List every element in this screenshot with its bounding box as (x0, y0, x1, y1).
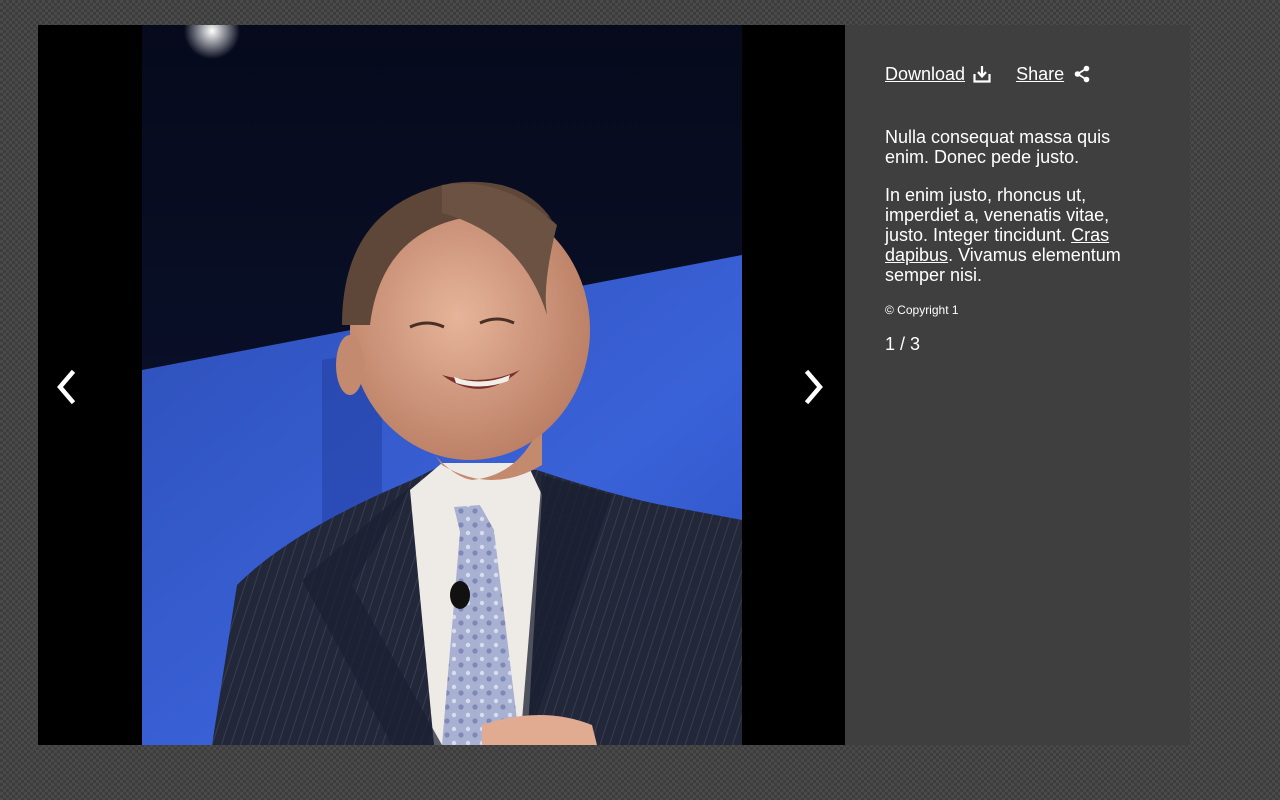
image-stage (38, 25, 845, 745)
copyright-text: © Copyright 1 (885, 303, 959, 317)
share-button[interactable]: Share (1016, 64, 1090, 85)
share-label: Share (1016, 63, 1065, 84)
description-paragraph: In enim justo, rhoncus ut, imperdiet a, … (885, 185, 1135, 285)
download-label: Download (885, 63, 966, 84)
download-icon (973, 65, 991, 83)
next-button[interactable] (794, 365, 834, 409)
description-paragraph: Nulla consequat massa quis enim. Donec p… (885, 127, 1111, 167)
info-panel: Download Share Nulla consequat massa qui… (845, 25, 1190, 745)
download-button[interactable]: Download (885, 64, 991, 85)
chevron-left-icon (57, 370, 76, 404)
photo (142, 25, 742, 745)
lightbox: Download Share Nulla consequat massa qui… (38, 25, 1190, 745)
action-bar: Download Share (885, 61, 1150, 87)
image-description: Nulla consequat massa quis enim. Donec p… (885, 127, 1135, 285)
image-counter: 1 / 3 (885, 334, 921, 354)
chevron-right-icon (804, 370, 823, 404)
share-icon (1074, 65, 1090, 83)
previous-button[interactable] (46, 365, 86, 409)
